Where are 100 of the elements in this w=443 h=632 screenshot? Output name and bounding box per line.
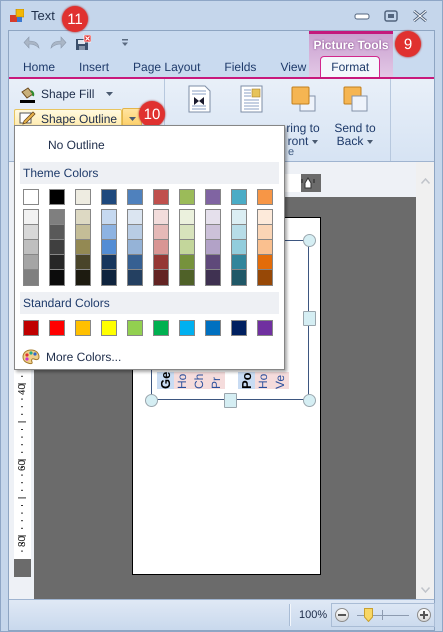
color-swatch[interactable] bbox=[23, 189, 39, 206]
color-swatch[interactable] bbox=[153, 189, 169, 206]
color-swatch[interactable] bbox=[102, 210, 116, 226]
color-swatch[interactable] bbox=[180, 255, 194, 270]
save-icon[interactable] bbox=[75, 35, 91, 51]
ruler-number: 40 bbox=[16, 382, 29, 397]
redo-icon[interactable] bbox=[49, 36, 67, 50]
resize-handle[interactable] bbox=[224, 393, 237, 408]
color-swatch[interactable] bbox=[232, 255, 246, 270]
color-swatch[interactable] bbox=[128, 270, 142, 286]
color-swatch[interactable] bbox=[154, 255, 168, 270]
color-swatch[interactable] bbox=[76, 225, 90, 240]
color-swatch[interactable] bbox=[102, 255, 116, 270]
send-to-back-button[interactable]: Send to Back bbox=[330, 85, 380, 148]
color-swatch[interactable] bbox=[258, 240, 272, 256]
color-swatch[interactable] bbox=[206, 255, 220, 270]
color-swatch[interactable] bbox=[75, 189, 91, 206]
color-swatch[interactable] bbox=[180, 270, 194, 286]
color-swatch[interactable] bbox=[128, 255, 142, 270]
color-swatch[interactable] bbox=[128, 225, 142, 240]
color-swatch[interactable] bbox=[258, 210, 272, 226]
color-swatch[interactable] bbox=[206, 240, 220, 256]
color-swatch[interactable] bbox=[180, 210, 194, 226]
color-swatch[interactable] bbox=[206, 210, 220, 226]
ribbon-tab[interactable]: Fields bbox=[212, 56, 268, 77]
color-swatch[interactable] bbox=[154, 270, 168, 286]
shape-text: Pr bbox=[208, 372, 225, 389]
color-swatch[interactable] bbox=[179, 189, 195, 206]
color-swatch[interactable] bbox=[257, 320, 273, 336]
close-icon[interactable] bbox=[412, 10, 428, 22]
color-swatch[interactable] bbox=[232, 210, 246, 226]
ribbon-tab[interactable]: Page Layout bbox=[121, 56, 212, 77]
ribbon-tab[interactable]: Format bbox=[320, 56, 380, 77]
color-swatch[interactable] bbox=[50, 270, 64, 286]
resize-handle[interactable] bbox=[303, 234, 316, 247]
undo-icon[interactable] bbox=[23, 36, 41, 50]
color-swatch[interactable] bbox=[153, 320, 169, 336]
color-swatch[interactable] bbox=[50, 255, 64, 270]
color-swatch[interactable] bbox=[50, 225, 64, 240]
color-swatch[interactable] bbox=[154, 210, 168, 226]
color-swatch[interactable] bbox=[102, 225, 116, 240]
ribbon-tab[interactable]: Insert bbox=[67, 56, 122, 77]
resize-handle[interactable] bbox=[303, 311, 316, 326]
color-swatch[interactable] bbox=[101, 189, 117, 206]
color-swatch[interactable] bbox=[24, 270, 38, 286]
minimize-icon[interactable] bbox=[354, 10, 370, 20]
color-swatch[interactable] bbox=[127, 320, 143, 336]
customize-icon[interactable] bbox=[121, 39, 129, 47]
color-swatch[interactable] bbox=[257, 189, 273, 206]
color-swatch[interactable] bbox=[180, 240, 194, 256]
color-swatch[interactable] bbox=[258, 255, 272, 270]
color-swatch[interactable] bbox=[154, 240, 168, 256]
color-swatch[interactable] bbox=[76, 240, 90, 256]
color-swatch[interactable] bbox=[75, 320, 91, 336]
color-swatch[interactable] bbox=[128, 210, 142, 226]
color-swatch[interactable] bbox=[24, 225, 38, 240]
more-colors-item[interactable]: More Colors... bbox=[20, 346, 128, 368]
color-swatch[interactable] bbox=[232, 240, 246, 256]
color-swatch[interactable] bbox=[232, 225, 246, 240]
color-swatch[interactable] bbox=[76, 210, 90, 226]
color-swatch[interactable] bbox=[76, 270, 90, 286]
color-swatch[interactable] bbox=[24, 240, 38, 256]
color-swatch[interactable] bbox=[76, 255, 90, 270]
maximize-icon[interactable] bbox=[384, 10, 398, 22]
color-swatch[interactable] bbox=[102, 240, 116, 256]
color-swatch[interactable] bbox=[179, 320, 195, 336]
zoom-out-button[interactable] bbox=[335, 608, 350, 622]
color-swatch[interactable] bbox=[49, 320, 65, 336]
zoom-slider[interactable] bbox=[357, 608, 410, 622]
color-swatch[interactable] bbox=[258, 225, 272, 240]
slider-thumb[interactable] bbox=[364, 608, 373, 622]
color-swatch[interactable] bbox=[205, 320, 221, 336]
resize-handle[interactable] bbox=[303, 394, 316, 407]
color-swatch[interactable] bbox=[206, 225, 220, 240]
color-swatch[interactable] bbox=[128, 240, 142, 256]
color-swatch[interactable] bbox=[154, 225, 168, 240]
color-swatch[interactable] bbox=[231, 189, 247, 206]
color-swatch[interactable] bbox=[232, 270, 246, 286]
color-swatch[interactable] bbox=[24, 210, 38, 226]
color-swatch[interactable] bbox=[24, 255, 38, 270]
color-swatch[interactable] bbox=[231, 320, 247, 336]
color-swatch[interactable] bbox=[23, 320, 39, 336]
shape-text: Ho bbox=[255, 372, 272, 389]
shape-fill-button[interactable]: Shape Fill bbox=[14, 84, 100, 104]
zoom-level: 100% bbox=[299, 609, 328, 621]
callout-badge: 11 bbox=[62, 6, 88, 32]
color-swatch[interactable] bbox=[205, 189, 221, 206]
resize-handle[interactable] bbox=[145, 394, 158, 407]
color-swatch[interactable] bbox=[101, 320, 117, 336]
color-swatch[interactable] bbox=[50, 240, 64, 256]
color-swatch[interactable] bbox=[49, 189, 65, 206]
menu-item[interactable]: No Outline bbox=[20, 127, 279, 162]
color-swatch[interactable] bbox=[127, 189, 143, 206]
zoom-in-button[interactable] bbox=[417, 608, 432, 622]
color-swatch[interactable] bbox=[180, 225, 194, 240]
color-swatch[interactable] bbox=[50, 210, 64, 226]
color-swatch[interactable] bbox=[102, 270, 116, 286]
color-swatch[interactable] bbox=[258, 270, 272, 286]
color-swatch[interactable] bbox=[206, 270, 220, 286]
ribbon-tab[interactable]: Home bbox=[11, 56, 68, 77]
